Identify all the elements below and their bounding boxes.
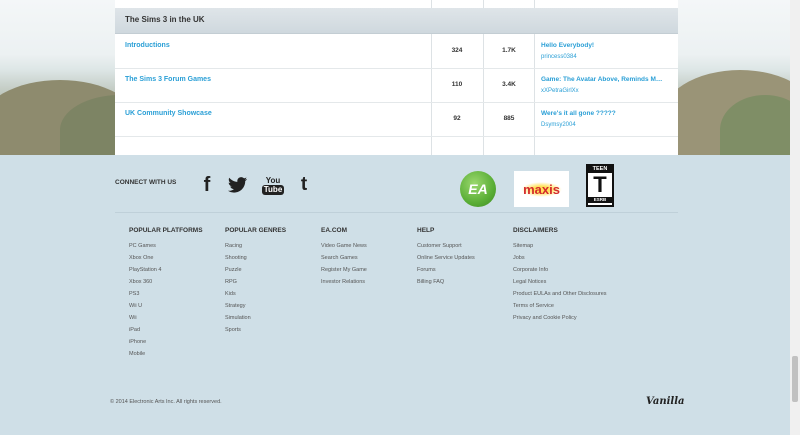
- table-row: Introductions 324 1.7K Hello Everybody! …: [115, 34, 678, 69]
- footer-link[interactable]: Register My Game: [321, 264, 367, 276]
- footer-link[interactable]: Wii: [129, 312, 203, 324]
- footer-link[interactable]: iPad: [129, 324, 203, 336]
- forum-link[interactable]: The Sims 3 Forum Games: [125, 76, 211, 83]
- forum-link[interactable]: Introductions: [125, 42, 170, 49]
- footer-link[interactable]: Billing FAQ: [417, 276, 475, 288]
- forum-link[interactable]: UK Community Showcase: [125, 110, 212, 117]
- footer-link[interactable]: Kids: [225, 288, 286, 300]
- footer-link[interactable]: Investor Relations: [321, 276, 367, 288]
- tumblr-glyph: t: [300, 174, 308, 195]
- footer-divider: [115, 212, 678, 213]
- esrb-rating-bottom: ESRB: [588, 197, 612, 203]
- comment-count: 1.7K: [502, 47, 516, 54]
- footer-link[interactable]: Forums: [417, 264, 475, 276]
- youtube-you: You: [265, 175, 281, 185]
- footer-link[interactable]: Racing: [225, 240, 286, 252]
- footer-link[interactable]: Terms of Service: [513, 300, 607, 312]
- scrollbar-thumb[interactable]: [792, 356, 798, 402]
- footer-column-platforms: POPULAR PLATFORMS PC Games Xbox One Play…: [129, 227, 203, 360]
- footer-link[interactable]: Search Games: [321, 252, 367, 264]
- footer-link[interactable]: Strategy: [225, 300, 286, 312]
- category-header: The Sims 3 in the UK: [115, 8, 678, 34]
- page-scrollbar[interactable]: [790, 0, 800, 435]
- column-heading: POPULAR PLATFORMS: [129, 227, 203, 234]
- discussion-count: 110: [451, 81, 463, 88]
- footer-link[interactable]: Customer Support: [417, 240, 475, 252]
- footer-link[interactable]: RPG: [225, 276, 286, 288]
- footer-link[interactable]: Sitemap: [513, 240, 607, 252]
- footer-link[interactable]: Wii U: [129, 300, 203, 312]
- twitter-icon[interactable]: [227, 173, 249, 197]
- maxis-logo-text: maxis: [521, 181, 562, 197]
- footer-link[interactable]: Xbox One: [129, 252, 203, 264]
- footer-link[interactable]: Legal Notices: [513, 276, 607, 288]
- discussion-count: 324: [451, 47, 463, 54]
- table-row: The Sims 3 Forum Games 110 3.4K Game: Th…: [115, 68, 678, 103]
- facebook-icon[interactable]: f: [198, 173, 216, 197]
- esrb-teen-rating[interactable]: TEEN T ESRB: [586, 164, 614, 207]
- last-post-user[interactable]: xXPetraGirlXx: [541, 88, 579, 94]
- column-heading: HELP: [417, 227, 435, 234]
- connect-label: CONNECT WITH US: [115, 179, 177, 186]
- discussion-count: 92: [453, 115, 461, 122]
- table-row: UK Community Showcase 92 885 Were's it a…: [115, 102, 678, 137]
- last-post-user[interactable]: Dsymsy2004: [541, 122, 576, 128]
- footer-column-ea: EA.COM Video Game News Search Games Regi…: [321, 227, 367, 288]
- footer-link[interactable]: PS3: [129, 288, 203, 300]
- ea-logo[interactable]: EA: [460, 171, 496, 207]
- category-title: The Sims 3 in the UK: [125, 15, 205, 24]
- footer-column-genres: POPULAR GENRES Racing Shooting Puzzle RP…: [225, 227, 286, 336]
- footer-link[interactable]: Online Service Updates: [417, 252, 475, 264]
- facebook-glyph: f: [203, 173, 211, 196]
- last-post-user[interactable]: princess0384: [541, 54, 577, 60]
- footer-link[interactable]: Mobile: [129, 348, 203, 360]
- footer-link[interactable]: Sports: [225, 324, 286, 336]
- last-post-link[interactable]: Game: The Avatar Above, Reminds M…: [541, 76, 675, 83]
- tumblr-icon[interactable]: t: [296, 173, 312, 197]
- footer-link[interactable]: Simulation: [225, 312, 286, 324]
- comment-count: 3.4K: [502, 81, 516, 88]
- footer-link[interactable]: Jobs: [513, 252, 607, 264]
- esrb-rating-letter: T: [593, 172, 607, 197]
- footer-link[interactable]: Corporate Info: [513, 264, 607, 276]
- column-heading: EA.COM: [321, 227, 347, 234]
- last-post-link[interactable]: Were's it all gone ?????: [541, 110, 675, 117]
- footer-link[interactable]: Video Game News: [321, 240, 367, 252]
- footer-column-disclaimers: DISCLAIMERS Sitemap Jobs Corporate Info …: [513, 227, 607, 324]
- last-post-link[interactable]: Hello Everybody!: [541, 42, 675, 49]
- footer-link[interactable]: iPhone: [129, 336, 203, 348]
- footer-link[interactable]: Product EULAs and Other Disclosures: [513, 288, 607, 300]
- maxis-logo[interactable]: maxis: [514, 171, 569, 207]
- youtube-tube: Tube: [261, 184, 285, 195]
- youtube-icon[interactable]: You Tube: [261, 173, 285, 197]
- footer-link[interactable]: PC Games: [129, 240, 203, 252]
- footer-link[interactable]: Privacy and Cookie Policy: [513, 312, 607, 324]
- footer-column-help: HELP Customer Support Online Service Upd…: [417, 227, 475, 288]
- copyright-text: © 2014 Electronic Arts Inc. All rights r…: [110, 399, 222, 405]
- footer-link[interactable]: Shooting: [225, 252, 286, 264]
- forum-category-table: The Sims 3 in the UK Introductions 324 1…: [115, 0, 678, 155]
- vanilla-logo[interactable]: Vanilla: [646, 396, 684, 407]
- column-heading: DISCLAIMERS: [513, 227, 558, 234]
- footer-link[interactable]: Xbox 360: [129, 276, 203, 288]
- column-heading: POPULAR GENRES: [225, 227, 287, 234]
- footer-link[interactable]: Puzzle: [225, 264, 286, 276]
- comment-count: 885: [503, 115, 515, 122]
- ea-logo-text: EA: [468, 181, 488, 197]
- footer-link[interactable]: PlayStation 4: [129, 264, 203, 276]
- twitter-bird-shape: [228, 177, 247, 193]
